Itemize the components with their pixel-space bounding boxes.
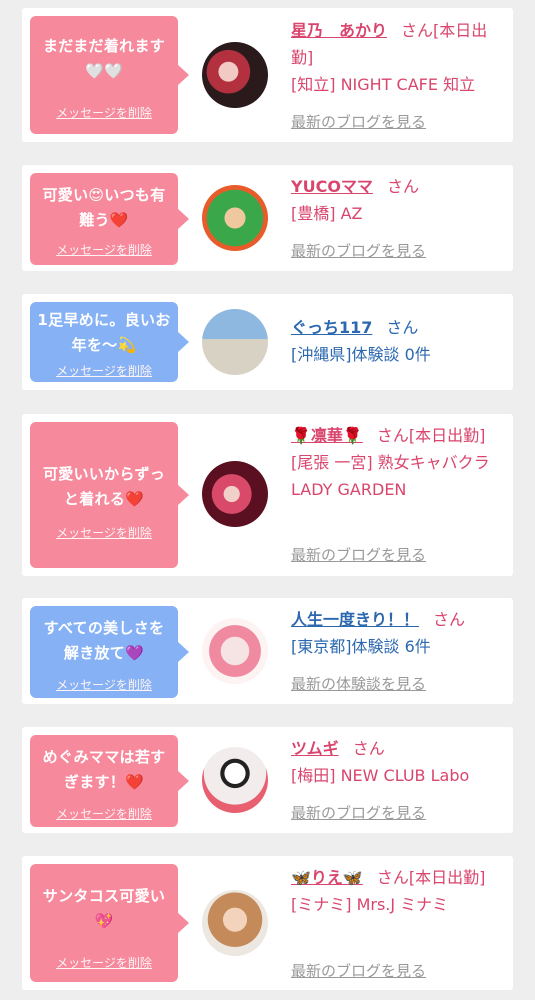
user-name-link[interactable]: 人生一度きり！！	[291, 610, 419, 629]
message-card: 可愛いいからずっと着れる❤️ メッセージを削除 🌹凛華🌹 さん[本日出勤] [尾張…	[22, 414, 513, 576]
user-suffix: さん[本日出勤]	[376, 868, 486, 887]
user-info: ぐっち117 さん [沖縄県]体験談 0件	[291, 314, 506, 368]
user-name-link[interactable]: YUCOママ	[291, 177, 373, 196]
user-info: 星乃 あかり さん[本日出勤] [知立] NIGHT CAFE 知立	[291, 17, 506, 98]
message-card: めぐみママは若すぎます！❤️ メッセージを削除 ツムギ さん [梅田] NEW C…	[22, 727, 513, 833]
latest-blog-link[interactable]: 最新のブログを見る	[291, 960, 426, 981]
user-name-link[interactable]: 星乃 あかり	[291, 21, 387, 40]
user-suffix: さん	[352, 739, 385, 758]
shop-info: [尾張 一宮] 熟女キャバクラ LADY GARDEN	[291, 453, 490, 499]
delete-message-link[interactable]: メッセージを削除	[30, 676, 178, 693]
avatar[interactable]	[202, 185, 268, 251]
message-card: すべての美しさを解き放て💜 メッセージを削除 人生一度きり！！ さん [東京都]体…	[22, 598, 513, 704]
message-text: 可愛い😍いつも有難う❤️	[42, 186, 166, 229]
message-bubble: サンタコス可愛い💖 メッセージを削除	[30, 864, 189, 982]
avatar[interactable]	[202, 618, 268, 684]
shop-info: [豊橋] AZ	[291, 204, 363, 223]
user-name-link[interactable]: 🌹凛華🌹	[291, 426, 363, 445]
avatar[interactable]	[202, 747, 268, 813]
shop-info: [東京都]体験談 6件	[291, 637, 431, 656]
message-bubble: めぐみママは若すぎます！❤️ メッセージを削除	[30, 735, 189, 827]
user-suffix: さん	[386, 177, 419, 196]
delete-message-link[interactable]: メッセージを削除	[30, 104, 178, 121]
user-info: 🌹凛華🌹 さん[本日出勤] [尾張 一宮] 熟女キャバクラ LADY GARDEN	[291, 422, 506, 503]
user-suffix: さん	[386, 318, 419, 337]
message-bubble: すべての美しさを解き放て💜 メッセージを削除	[30, 606, 189, 698]
message-card: サンタコス可愛い💖 メッセージを削除 🦋りえ🦋 さん[本日出勤] [ミナミ] Mr…	[22, 856, 513, 990]
latest-blog-link[interactable]: 最新のブログを見る	[291, 111, 426, 132]
avatar[interactable]	[202, 309, 268, 375]
latest-blog-link[interactable]: 最新のブログを見る	[291, 544, 426, 565]
user-suffix: さん[本日出勤]	[376, 426, 486, 445]
message-text: サンタコス可愛い💖	[42, 887, 166, 930]
shop-info: [梅田] NEW CLUB Labo	[291, 766, 470, 785]
latest-blog-link[interactable]: 最新のブログを見る	[291, 802, 426, 823]
shop-info: [ミナミ] Mrs.J ミナミ	[291, 895, 449, 914]
user-info: 人生一度きり！！ さん [東京都]体験談 6件	[291, 606, 506, 660]
user-info: YUCOママ さん [豊橋] AZ	[291, 173, 506, 227]
message-bubble: 1足早めに。良いお年を〜💫 メッセージを削除	[30, 302, 189, 382]
message-card: 1足早めに。良いお年を〜💫 メッセージを削除 ぐっち117 さん [沖縄県]体験談…	[22, 294, 513, 390]
message-text: まだまだ着れます🤍🤍	[42, 37, 166, 80]
user-name-link[interactable]: 🦋りえ🦋	[291, 868, 363, 887]
avatar[interactable]	[202, 42, 268, 108]
message-card: 可愛い😍いつも有難う❤️ メッセージを削除 YUCOママ さん [豊橋] AZ 最…	[22, 165, 513, 271]
delete-message-link[interactable]: メッセージを削除	[30, 805, 178, 822]
user-name-link[interactable]: ツムギ	[291, 739, 339, 758]
delete-message-link[interactable]: メッセージを削除	[30, 362, 178, 379]
latest-experience-link[interactable]: 最新の体験談を見る	[291, 673, 426, 694]
avatar[interactable]	[202, 461, 268, 527]
delete-message-link[interactable]: メッセージを削除	[30, 241, 178, 258]
message-text: 可愛いいからずっと着れる❤️	[42, 465, 166, 508]
user-info: 🦋りえ🦋 さん[本日出勤] [ミナミ] Mrs.J ミナミ	[291, 864, 506, 918]
message-card: まだまだ着れます🤍🤍 メッセージを削除 星乃 あかり さん[本日出勤] [知立] …	[22, 8, 513, 142]
message-bubble: 可愛いいからずっと着れる❤️ メッセージを削除	[30, 422, 189, 568]
shop-info: [沖縄県]体験談 0件	[291, 345, 431, 364]
message-text: すべての美しさを解き放て💜	[43, 619, 165, 662]
delete-message-link[interactable]: メッセージを削除	[30, 524, 178, 541]
avatar[interactable]	[202, 890, 268, 956]
message-bubble: 可愛い😍いつも有難う❤️ メッセージを削除	[30, 173, 189, 265]
delete-message-link[interactable]: メッセージを削除	[30, 954, 178, 971]
message-text: めぐみママは若すぎます！❤️	[42, 748, 166, 791]
shop-info: [知立] NIGHT CAFE 知立	[291, 75, 476, 94]
user-info: ツムギ さん [梅田] NEW CLUB Labo	[291, 735, 506, 789]
message-list: まだまだ着れます🤍🤍 メッセージを削除 星乃 あかり さん[本日出勤] [知立] …	[0, 0, 535, 1000]
message-bubble: まだまだ着れます🤍🤍 メッセージを削除	[30, 16, 189, 134]
user-name-link[interactable]: ぐっち117	[291, 318, 372, 337]
latest-blog-link[interactable]: 最新のブログを見る	[291, 240, 426, 261]
user-suffix: さん	[433, 610, 466, 629]
message-text: 1足早めに。良いお年を〜💫	[37, 311, 171, 354]
